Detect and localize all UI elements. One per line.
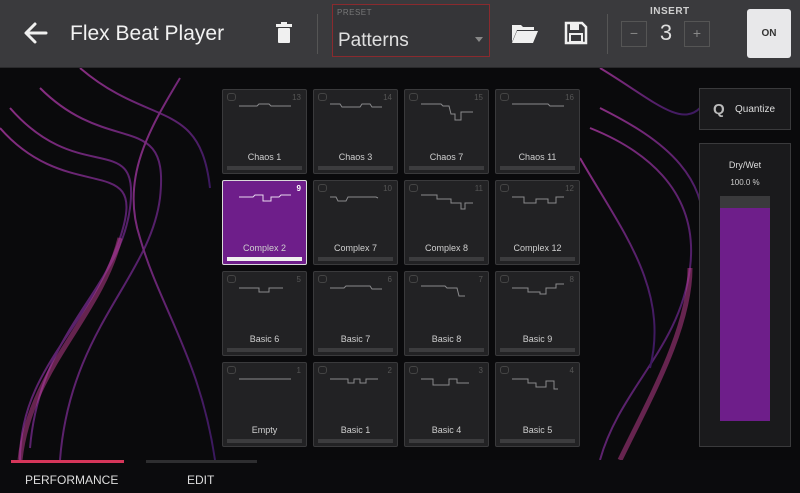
pad-waveform-icon	[421, 285, 465, 297]
pad[interactable]: 13 Chaos 1	[222, 89, 307, 174]
tab-edit-indicator	[146, 460, 257, 463]
pad[interactable]: 3 Basic 4	[404, 362, 489, 447]
pad[interactable]: 16 Chaos 11	[495, 89, 580, 174]
dry-wet-slider[interactable]	[720, 196, 770, 421]
pad-level-bar	[409, 348, 484, 352]
pad[interactable]: 11 Complex 8	[404, 180, 489, 265]
header-divider	[317, 14, 318, 54]
footer-tabs: PERFORMANCE EDIT	[0, 460, 800, 493]
tab-performance[interactable]: PERFORMANCE	[25, 473, 118, 487]
dry-wet-fill	[720, 208, 770, 421]
pad-level-bar	[500, 257, 575, 261]
dry-wet-panel: Dry/Wet 100.0 %	[699, 143, 791, 447]
pad-waveform-icon	[330, 378, 378, 384]
pad[interactable]: 5 Basic 6	[222, 271, 307, 356]
pad-level-bar	[409, 166, 484, 170]
insert-value: 3	[659, 20, 673, 45]
app-title: Flex Beat Player	[70, 22, 225, 45]
pad[interactable]: 2 Basic 1	[313, 362, 398, 447]
dropdown-caret-icon	[475, 37, 483, 42]
on-toggle-button[interactable]: ON	[747, 9, 791, 58]
pad-waveform-icon	[330, 196, 379, 202]
pad[interactable]: 10 Complex 7	[313, 180, 398, 265]
pad-label: Basic 6	[249, 334, 280, 344]
tab-performance-indicator	[11, 460, 124, 463]
pad-label: Basic 5	[522, 425, 553, 435]
pad-label: Complex 2	[242, 243, 287, 253]
pad-label: Basic 4	[431, 425, 462, 435]
pad-level-bar	[227, 166, 302, 170]
pad-waveform-icon	[330, 285, 382, 290]
pad-level-bar	[227, 257, 302, 261]
pad-waveform-icon	[421, 378, 469, 386]
tab-edit[interactable]: EDIT	[187, 473, 214, 487]
pad-label: Complex 8	[424, 243, 469, 253]
pad-waveform-icon	[512, 283, 564, 295]
dry-wet-handle[interactable]	[720, 196, 770, 208]
back-arrow-icon[interactable]	[20, 17, 52, 49]
pad-level-bar	[227, 348, 302, 352]
preset-select[interactable]: PRESET Patterns	[332, 4, 490, 57]
save-icon[interactable]	[563, 19, 589, 47]
folder-open-icon[interactable]	[510, 19, 540, 47]
insert-increment-button[interactable]: +	[684, 21, 710, 47]
pad-label: Basic 1	[340, 425, 371, 435]
pad[interactable]: 9 Complex 2	[222, 180, 307, 265]
trash-icon[interactable]	[270, 19, 298, 47]
header-divider	[607, 14, 608, 54]
pad[interactable]: 7 Basic 8	[404, 271, 489, 356]
pad-waveform-icon	[239, 287, 283, 293]
quantize-label: Quantize	[735, 104, 776, 115]
preset-value: Patterns	[338, 30, 409, 51]
pad-level-bar	[500, 348, 575, 352]
dry-wet-value: 100.0 %	[730, 178, 760, 187]
pad-level-bar	[318, 348, 393, 352]
pad-waveform-icon	[239, 103, 291, 107]
pad-label: Basic 9	[522, 334, 553, 344]
dry-wet-label: Dry/Wet	[728, 160, 762, 170]
pad-level-bar	[318, 439, 393, 443]
pad-level-bar	[500, 439, 575, 443]
pad-label: Chaos 3	[338, 152, 373, 162]
pad-label: Chaos 1	[247, 152, 282, 162]
pad-level-bar	[227, 439, 302, 443]
pad-waveform-icon	[421, 103, 473, 121]
pad[interactable]: 4 Basic 5	[495, 362, 580, 447]
insert-label: INSERT	[650, 6, 690, 17]
preset-label: PRESET	[337, 8, 373, 17]
pad-label: Complex 7	[333, 243, 378, 253]
pad-waveform-icon	[512, 103, 564, 107]
pad-level-bar	[318, 166, 393, 170]
pad-waveform-icon	[512, 196, 564, 204]
pad-level-bar	[500, 166, 575, 170]
pad-label: Chaos 7	[429, 152, 464, 162]
pad[interactable]: 14 Chaos 3	[313, 89, 398, 174]
pad-label: Empty	[251, 425, 278, 435]
pad-waveform-icon	[421, 194, 473, 210]
pad-level-bar	[318, 257, 393, 261]
pad-label: Basic 8	[431, 334, 462, 344]
header-bar: Flex Beat Player PRESET Patterns INSERT …	[0, 0, 800, 68]
pad-label: Basic 7	[340, 334, 371, 344]
pad-label: Chaos 11	[518, 152, 557, 162]
pad[interactable]: 8 Basic 9	[495, 271, 580, 356]
pad[interactable]: 1 Empty	[222, 362, 307, 447]
pad-level-bar	[409, 257, 484, 261]
pad[interactable]: 15 Chaos 7	[404, 89, 489, 174]
pad-waveform-icon	[239, 194, 291, 202]
insert-decrement-button[interactable]: −	[621, 21, 647, 47]
pad-level-bar	[409, 439, 484, 443]
pad-waveform-icon	[512, 378, 558, 390]
pad-waveform-icon	[330, 103, 382, 108]
background-artwork	[0, 68, 800, 460]
pad[interactable]: 12 Complex 12	[495, 180, 580, 265]
quantize-button[interactable]: Q Quantize	[699, 88, 791, 130]
pad[interactable]: 6 Basic 7	[313, 271, 398, 356]
quantize-icon: Q	[713, 101, 725, 118]
pad-waveform-icon	[239, 378, 291, 380]
pad-label: Complex 12	[513, 243, 562, 253]
